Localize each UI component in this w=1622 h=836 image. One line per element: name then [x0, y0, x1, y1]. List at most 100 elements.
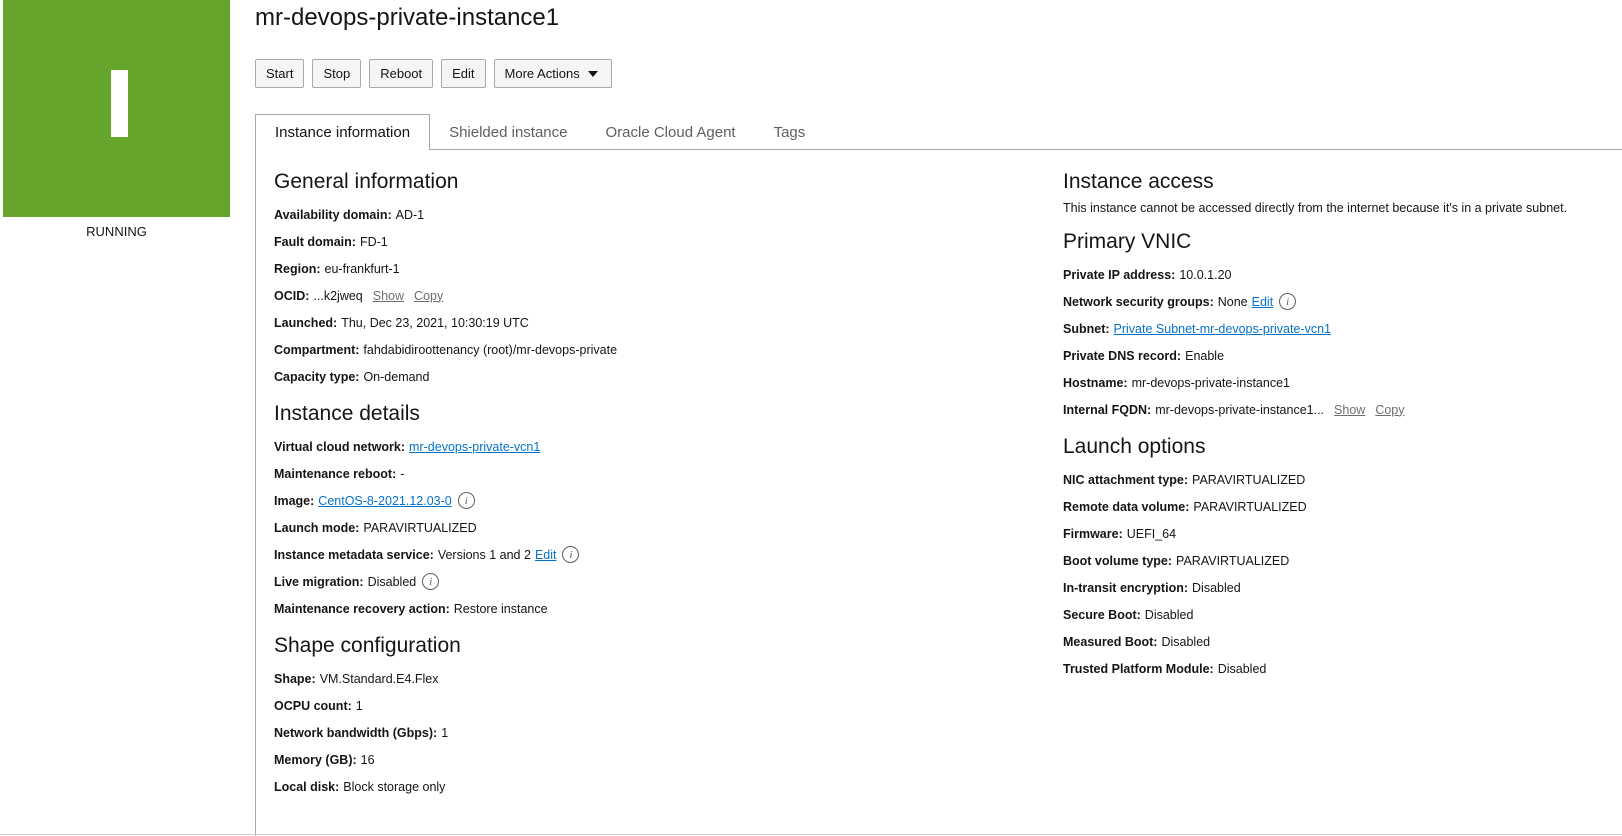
field-value: None: [1217, 294, 1248, 309]
field-label: Subnet:: [1063, 321, 1110, 336]
field-label: Maintenance recovery action:: [274, 601, 450, 616]
region-row: Region: eu-frankfurt-1: [274, 255, 1014, 282]
shape-row: Shape: VM.Standard.E4.Flex: [274, 665, 1014, 692]
bottom-divider: [0, 834, 1622, 835]
field-value: fahdabidiroottenancy (root)/mr-devops-pr…: [363, 342, 618, 357]
field-value: 1: [355, 698, 363, 713]
panel-border: [255, 150, 256, 836]
hostname-row: Hostname: mr-devops-private-instance1: [1063, 369, 1622, 396]
field-label: In-transit encryption:: [1063, 580, 1189, 595]
reboot-button[interactable]: Reboot: [369, 59, 434, 88]
tab-bar: Instance information Shielded instance O…: [255, 114, 1622, 151]
firmware-row: Firmware: UEFI_64: [1063, 520, 1622, 547]
compartment-row: Compartment: fahdabidiroottenancy (root)…: [274, 336, 1014, 363]
field-label: Network security groups:: [1063, 294, 1214, 309]
instance-access-heading: Instance access: [1063, 170, 1214, 193]
subnet-link[interactable]: Private Subnet-mr-devops-private-vcn1: [1114, 320, 1331, 338]
field-value: Disabled: [1144, 607, 1194, 622]
field-label: Virtual cloud network:: [274, 439, 406, 454]
field-label: Memory (GB):: [274, 752, 357, 767]
metadata-edit-link[interactable]: Edit: [535, 546, 557, 564]
image-link[interactable]: CentOS-8-2021.12.03-0: [318, 492, 451, 510]
launch-options-heading: Launch options: [1063, 435, 1206, 458]
field-label: Launched:: [274, 315, 338, 330]
more-actions-label: More Actions: [504, 66, 580, 81]
private-dns-row: Private DNS record: Enable: [1063, 342, 1622, 369]
tab-tags[interactable]: Tags: [755, 114, 825, 150]
field-label: Launch mode:: [274, 520, 360, 535]
field-value: -: [400, 466, 405, 481]
live-migration-row: Live migration: Disabled i: [274, 568, 1014, 595]
left-column: General information Availability domain:…: [274, 167, 1014, 800]
field-label: Hostname:: [1063, 375, 1128, 390]
ocid-copy-link[interactable]: Copy: [414, 287, 443, 305]
vcn-link[interactable]: mr-devops-private-vcn1: [409, 438, 540, 456]
internal-fqdn-row: Internal FQDN: mr-devops-private-instanc…: [1063, 396, 1622, 423]
field-label: Firmware:: [1063, 526, 1123, 541]
metadata-service-row: Instance metadata service: Versions 1 an…: [274, 541, 1014, 568]
field-label: Private DNS record:: [1063, 348, 1182, 363]
launch-mode-row: Launch mode: PARAVIRTUALIZED: [274, 514, 1014, 541]
ocid-show-link[interactable]: Show: [373, 287, 404, 305]
field-value: Thu, Dec 23, 2021, 10:30:19 UTC: [341, 315, 529, 330]
subnet-row: Subnet: Private Subnet-mr-devops-private…: [1063, 315, 1622, 342]
image-row: Image: CentOS-8-2021.12.03-0 i: [274, 487, 1014, 514]
field-value: Block storage only: [343, 779, 446, 794]
field-value: Disabled: [1217, 661, 1267, 676]
field-label: Secure Boot:: [1063, 607, 1141, 622]
tab-shielded-instance[interactable]: Shielded instance: [430, 114, 586, 150]
field-label: Trusted Platform Module:: [1063, 661, 1214, 676]
bandwidth-row: Network bandwidth (Gbps): 1: [274, 719, 1014, 746]
field-value: Disabled: [367, 574, 417, 589]
nsg-edit-link[interactable]: Edit: [1252, 293, 1274, 311]
launched-row: Launched: Thu, Dec 23, 2021, 10:30:19 UT…: [274, 309, 1014, 336]
fqdn-copy-link[interactable]: Copy: [1375, 401, 1404, 419]
field-label: Image:: [274, 493, 315, 508]
field-label: Boot volume type:: [1063, 553, 1173, 568]
info-icon[interactable]: i: [1279, 293, 1297, 310]
instance-status-tile: [3, 0, 230, 217]
field-value: 16: [360, 752, 375, 767]
field-label: Capacity type:: [274, 369, 360, 384]
info-icon[interactable]: i: [562, 546, 580, 563]
maintenance-reboot-row: Maintenance reboot: -: [274, 460, 1014, 487]
measured-boot-row: Measured Boot: Disabled: [1063, 628, 1622, 655]
nsg-row: Network security groups: None Edit i: [1063, 288, 1622, 315]
more-actions-button[interactable]: More Actions: [493, 59, 612, 88]
fqdn-show-link[interactable]: Show: [1334, 401, 1365, 419]
field-value: PARAVIRTUALIZED: [1192, 472, 1306, 487]
tab-oracle-cloud-agent[interactable]: Oracle Cloud Agent: [587, 114, 755, 150]
field-value: Enable: [1185, 348, 1225, 363]
field-value: Versions 1 and 2: [437, 547, 531, 562]
field-label: OCID:: [274, 288, 310, 303]
field-label: Shape:: [274, 671, 316, 686]
ocpu-row: OCPU count: 1: [274, 692, 1014, 719]
instance-access-text: This instance cannot be accessed directl…: [1063, 201, 1568, 215]
capacity-type-row: Capacity type: On-demand: [274, 363, 1014, 390]
primary-vnic-heading: Primary VNIC: [1063, 230, 1192, 253]
field-value: 10.0.1.20: [1179, 267, 1232, 282]
availability-domain-row: Availability domain: AD-1: [274, 201, 1014, 228]
edit-button[interactable]: Edit: [441, 59, 486, 88]
field-value: 1: [441, 725, 449, 740]
field-value: Restore instance: [453, 601, 548, 616]
right-column: Instance access This instance cannot be …: [1063, 167, 1622, 682]
field-value: VM.Standard.E4.Flex: [319, 671, 439, 686]
start-button[interactable]: Start: [255, 59, 305, 88]
local-disk-row: Local disk: Block storage only: [274, 773, 1014, 800]
in-transit-encryption-row: In-transit encryption: Disabled: [1063, 574, 1622, 601]
info-icon[interactable]: i: [457, 492, 475, 509]
field-value: FD-1: [359, 234, 388, 249]
page-title: mr-devops-private-instance1: [255, 4, 560, 31]
field-value: eu-frankfurt-1: [324, 261, 400, 276]
field-label: Local disk:: [274, 779, 340, 794]
stop-button[interactable]: Stop: [312, 59, 362, 88]
info-icon[interactable]: i: [422, 573, 440, 590]
field-label: Remote data volume:: [1063, 499, 1190, 514]
recovery-action-row: Maintenance recovery action: Restore ins…: [274, 595, 1014, 622]
field-value: Disabled: [1161, 634, 1211, 649]
nic-attachment-row: NIC attachment type: PARAVIRTUALIZED: [1063, 466, 1622, 493]
field-label: Instance metadata service:: [274, 547, 434, 562]
shape-configuration-heading: Shape configuration: [274, 634, 461, 657]
tab-instance-information[interactable]: Instance information: [255, 114, 431, 151]
